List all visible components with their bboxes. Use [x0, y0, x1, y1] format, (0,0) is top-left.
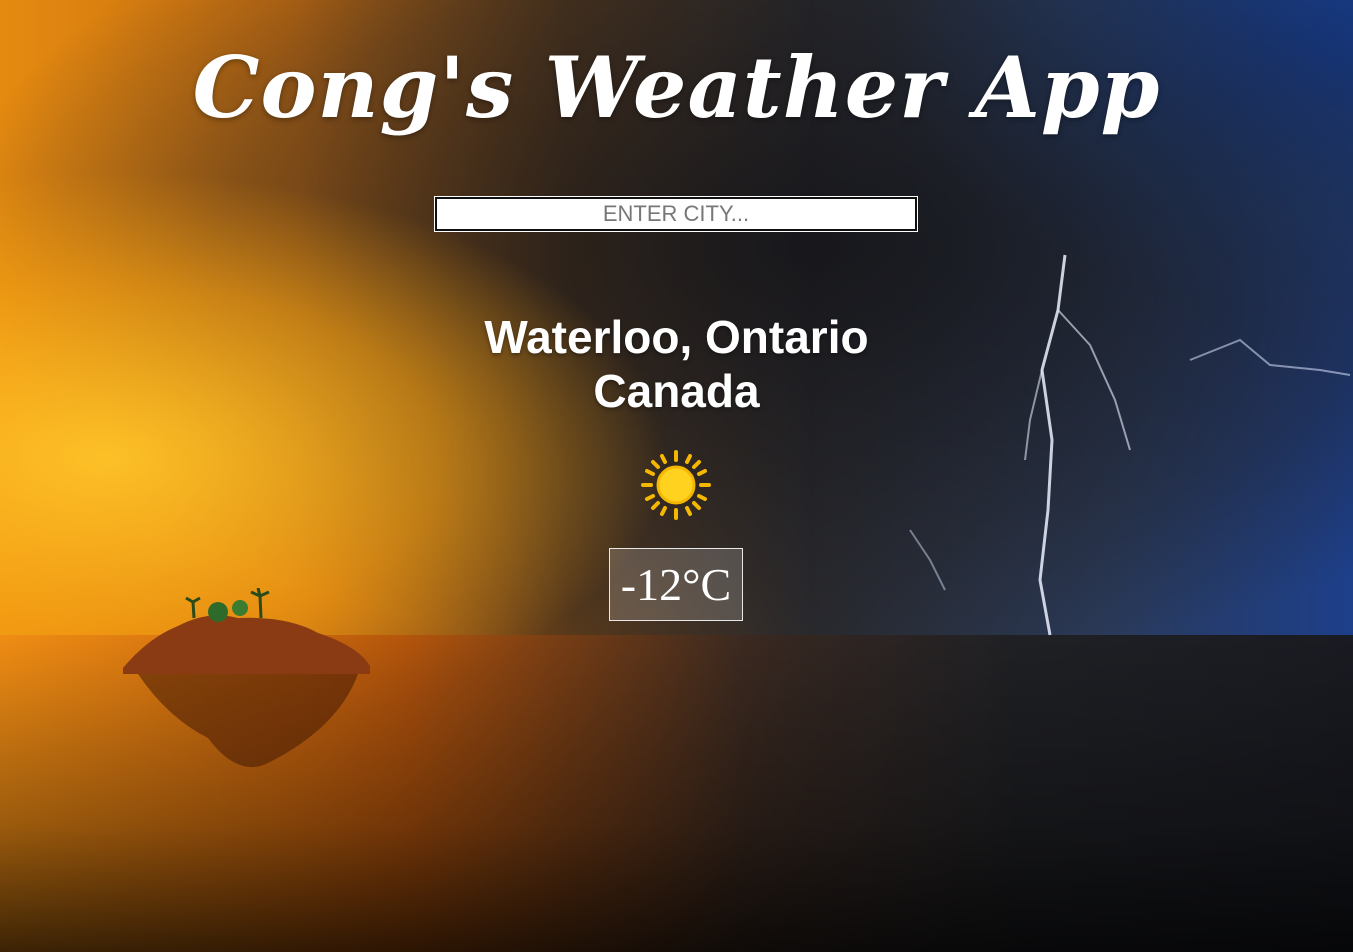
location-city: Waterloo, Ontario	[484, 311, 869, 363]
search-input[interactable]	[434, 196, 918, 232]
sun-icon	[641, 450, 711, 520]
app-title: Cong's Weather App	[192, 38, 1161, 137]
location-display: Waterloo, Ontario Canada	[0, 310, 1353, 418]
location-country: Canada	[593, 365, 760, 417]
temperature-display: -12°C	[609, 548, 743, 621]
island-image	[123, 588, 370, 768]
